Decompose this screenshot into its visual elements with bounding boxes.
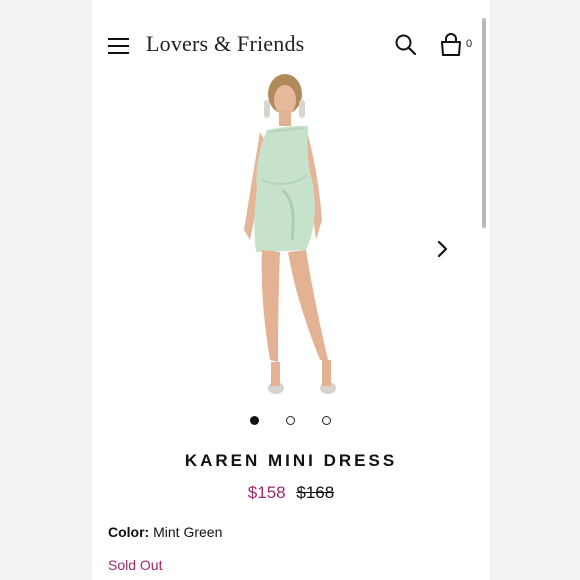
sale-price: $158 <box>247 483 286 502</box>
carousel-dot-2[interactable] <box>286 416 295 425</box>
carousel-dot-3[interactable] <box>322 416 331 425</box>
brand-logo[interactable]: Lovers & Friends <box>146 31 304 57</box>
background-left <box>0 0 92 580</box>
availability-status: Sold Out <box>108 557 163 573</box>
hamburger-menu-icon[interactable] <box>108 38 130 54</box>
carousel-indicators <box>92 416 490 428</box>
scrollbar-thumb[interactable] <box>482 18 486 228</box>
search-icon[interactable] <box>394 33 418 57</box>
color-label: Color: <box>108 524 150 540</box>
bag-count-badge: 0 <box>466 38 473 50</box>
color-value: Mint Green <box>153 524 223 540</box>
original-price: $168 <box>296 483 335 502</box>
color-info: Color: Mint Green <box>108 524 222 540</box>
shopping-bag-icon[interactable] <box>440 33 462 57</box>
product-image[interactable] <box>92 70 490 405</box>
product-title: KAREN MINI DRESS <box>184 451 398 470</box>
next-image-chevron-icon[interactable] <box>436 240 450 258</box>
background-right <box>490 0 580 580</box>
price-block: $158 $168 <box>92 483 490 503</box>
product-page: Lovers & Friends 0 KAREN MINI DRESS $158… <box>92 0 490 580</box>
carousel-dot-1[interactable] <box>250 416 259 425</box>
